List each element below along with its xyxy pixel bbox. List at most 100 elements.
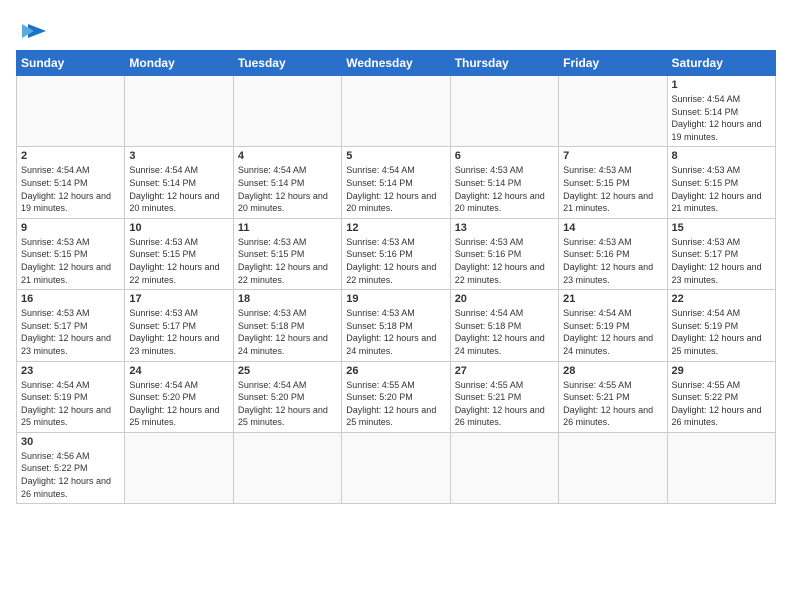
day-number: 5 bbox=[346, 150, 445, 162]
calendar-row: 1 Sunrise: 4:54 AM Sunset: 5:14 PM Daylig… bbox=[17, 76, 776, 147]
day-number: 27 bbox=[455, 365, 554, 377]
day-number: 1 bbox=[672, 79, 771, 91]
day-number: 14 bbox=[563, 222, 662, 234]
calendar-cell: 21 Sunrise: 4:54 AM Sunset: 5:19 PM Dayli… bbox=[559, 290, 667, 361]
day-number: 21 bbox=[563, 293, 662, 305]
weekday-header: Saturday bbox=[667, 51, 775, 76]
day-number: 19 bbox=[346, 293, 445, 305]
day-number: 2 bbox=[21, 150, 120, 162]
day-number: 28 bbox=[563, 365, 662, 377]
calendar-cell: 17 Sunrise: 4:53 AM Sunset: 5:17 PM Dayli… bbox=[125, 290, 233, 361]
calendar-cell: 28 Sunrise: 4:55 AM Sunset: 5:21 PM Dayli… bbox=[559, 361, 667, 432]
logo bbox=[16, 16, 48, 42]
day-info: Sunrise: 4:54 AM Sunset: 5:18 PM Dayligh… bbox=[455, 307, 554, 357]
day-info: Sunrise: 4:54 AM Sunset: 5:19 PM Dayligh… bbox=[563, 307, 662, 357]
weekday-header: Thursday bbox=[450, 51, 558, 76]
day-number: 16 bbox=[21, 293, 120, 305]
calendar-cell: 3Sunrise: 4:54 AM Sunset: 5:14 PM Daylig… bbox=[125, 147, 233, 218]
calendar-cell bbox=[667, 432, 775, 503]
calendar-cell bbox=[342, 432, 450, 503]
calendar-cell: 7Sunrise: 4:53 AM Sunset: 5:15 PM Daylig… bbox=[559, 147, 667, 218]
calendar-cell: 16 Sunrise: 4:53 AM Sunset: 5:17 PM Dayli… bbox=[17, 290, 125, 361]
calendar-cell bbox=[125, 432, 233, 503]
calendar-cell: 12 Sunrise: 4:53 AM Sunset: 5:16 PM Dayli… bbox=[342, 218, 450, 289]
day-info: Sunrise: 4:54 AM Sunset: 5:14 PM Dayligh… bbox=[238, 164, 337, 214]
calendar-cell: 15Sunrise: 4:53 AM Sunset: 5:17 PM Dayli… bbox=[667, 218, 775, 289]
calendar-cell bbox=[342, 76, 450, 147]
day-number: 4 bbox=[238, 150, 337, 162]
day-info: Sunrise: 4:53 AM Sunset: 5:18 PM Dayligh… bbox=[346, 307, 445, 357]
calendar-cell bbox=[125, 76, 233, 147]
day-info: Sunrise: 4:53 AM Sunset: 5:17 PM Dayligh… bbox=[21, 307, 120, 357]
day-number: 20 bbox=[455, 293, 554, 305]
day-info: Sunrise: 4:56 AM Sunset: 5:22 PM Dayligh… bbox=[21, 450, 120, 500]
calendar-cell: 8 Sunrise: 4:53 AM Sunset: 5:15 PM Daylig… bbox=[667, 147, 775, 218]
day-info: Sunrise: 4:55 AM Sunset: 5:21 PM Dayligh… bbox=[455, 379, 554, 429]
day-number: 18 bbox=[238, 293, 337, 305]
calendar-cell: 14 Sunrise: 4:53 AM Sunset: 5:16 PM Dayli… bbox=[559, 218, 667, 289]
day-info: Sunrise: 4:53 AM Sunset: 5:17 PM Dayligh… bbox=[129, 307, 228, 357]
day-number: 12 bbox=[346, 222, 445, 234]
weekday-header: Wednesday bbox=[342, 51, 450, 76]
calendar-cell: 10 Sunrise: 4:53 AM Sunset: 5:15 PM Dayli… bbox=[125, 218, 233, 289]
day-info: Sunrise: 4:53 AM Sunset: 5:15 PM Dayligh… bbox=[21, 236, 120, 286]
logo-icon bbox=[20, 20, 48, 42]
calendar-cell bbox=[17, 76, 125, 147]
page-header bbox=[16, 16, 776, 42]
calendar-cell: 27 Sunrise: 4:55 AM Sunset: 5:21 PM Dayli… bbox=[450, 361, 558, 432]
calendar-row: 2 Sunrise: 4:54 AM Sunset: 5:14 PM Daylig… bbox=[17, 147, 776, 218]
day-info: Sunrise: 4:55 AM Sunset: 5:21 PM Dayligh… bbox=[563, 379, 662, 429]
day-info: Sunrise: 4:54 AM Sunset: 5:20 PM Dayligh… bbox=[129, 379, 228, 429]
calendar-row: 16 Sunrise: 4:53 AM Sunset: 5:17 PM Dayli… bbox=[17, 290, 776, 361]
day-info: Sunrise: 4:53 AM Sunset: 5:14 PM Dayligh… bbox=[455, 164, 554, 214]
day-number: 22 bbox=[672, 293, 771, 305]
day-number: 26 bbox=[346, 365, 445, 377]
day-info: Sunrise: 4:54 AM Sunset: 5:14 PM Dayligh… bbox=[672, 93, 771, 143]
day-info: Sunrise: 4:53 AM Sunset: 5:18 PM Dayligh… bbox=[238, 307, 337, 357]
day-number: 7 bbox=[563, 150, 662, 162]
day-info: Sunrise: 4:54 AM Sunset: 5:19 PM Dayligh… bbox=[672, 307, 771, 357]
calendar-cell bbox=[450, 76, 558, 147]
day-number: 9 bbox=[21, 222, 120, 234]
calendar-cell: 9 Sunrise: 4:53 AM Sunset: 5:15 PM Daylig… bbox=[17, 218, 125, 289]
calendar-cell: 29Sunrise: 4:55 AM Sunset: 5:22 PM Dayli… bbox=[667, 361, 775, 432]
day-info: Sunrise: 4:53 AM Sunset: 5:15 PM Dayligh… bbox=[129, 236, 228, 286]
calendar-cell: 4 Sunrise: 4:54 AM Sunset: 5:14 PM Daylig… bbox=[233, 147, 341, 218]
calendar-cell: 30 Sunrise: 4:56 AM Sunset: 5:22 PM Dayli… bbox=[17, 432, 125, 503]
calendar-table: SundayMondayTuesdayWednesdayThursdayFrid… bbox=[16, 50, 776, 504]
calendar-cell: 1 Sunrise: 4:54 AM Sunset: 5:14 PM Daylig… bbox=[667, 76, 775, 147]
calendar-cell: 24Sunrise: 4:54 AM Sunset: 5:20 PM Dayli… bbox=[125, 361, 233, 432]
calendar-cell: 6 Sunrise: 4:53 AM Sunset: 5:14 PM Daylig… bbox=[450, 147, 558, 218]
day-number: 10 bbox=[129, 222, 228, 234]
day-number: 17 bbox=[129, 293, 228, 305]
day-number: 13 bbox=[455, 222, 554, 234]
day-number: 3 bbox=[129, 150, 228, 162]
day-info: Sunrise: 4:53 AM Sunset: 5:16 PM Dayligh… bbox=[346, 236, 445, 286]
day-info: Sunrise: 4:53 AM Sunset: 5:15 PM Dayligh… bbox=[672, 164, 771, 214]
calendar-cell: 5 Sunrise: 4:54 AM Sunset: 5:14 PM Daylig… bbox=[342, 147, 450, 218]
day-number: 11 bbox=[238, 222, 337, 234]
weekday-header: Sunday bbox=[17, 51, 125, 76]
day-info: Sunrise: 4:53 AM Sunset: 5:15 PM Dayligh… bbox=[238, 236, 337, 286]
day-info: Sunrise: 4:54 AM Sunset: 5:14 PM Dayligh… bbox=[346, 164, 445, 214]
day-info: Sunrise: 4:54 AM Sunset: 5:20 PM Dayligh… bbox=[238, 379, 337, 429]
calendar-header-row: SundayMondayTuesdayWednesdayThursdayFrid… bbox=[17, 51, 776, 76]
day-number: 30 bbox=[21, 436, 120, 448]
day-info: Sunrise: 4:54 AM Sunset: 5:14 PM Dayligh… bbox=[21, 164, 120, 214]
day-number: 6 bbox=[455, 150, 554, 162]
day-number: 15 bbox=[672, 222, 771, 234]
day-info: Sunrise: 4:55 AM Sunset: 5:22 PM Dayligh… bbox=[672, 379, 771, 429]
calendar-row: 30 Sunrise: 4:56 AM Sunset: 5:22 PM Dayli… bbox=[17, 432, 776, 503]
day-number: 8 bbox=[672, 150, 771, 162]
day-number: 23 bbox=[21, 365, 120, 377]
calendar-row: 23Sunrise: 4:54 AM Sunset: 5:19 PM Dayli… bbox=[17, 361, 776, 432]
calendar-row: 9 Sunrise: 4:53 AM Sunset: 5:15 PM Daylig… bbox=[17, 218, 776, 289]
day-info: Sunrise: 4:53 AM Sunset: 5:16 PM Dayligh… bbox=[455, 236, 554, 286]
calendar-cell: 23Sunrise: 4:54 AM Sunset: 5:19 PM Dayli… bbox=[17, 361, 125, 432]
calendar-cell: 11 Sunrise: 4:53 AM Sunset: 5:15 PM Dayli… bbox=[233, 218, 341, 289]
day-info: Sunrise: 4:53 AM Sunset: 5:16 PM Dayligh… bbox=[563, 236, 662, 286]
day-number: 25 bbox=[238, 365, 337, 377]
weekday-header: Friday bbox=[559, 51, 667, 76]
calendar-cell bbox=[559, 76, 667, 147]
weekday-header: Tuesday bbox=[233, 51, 341, 76]
